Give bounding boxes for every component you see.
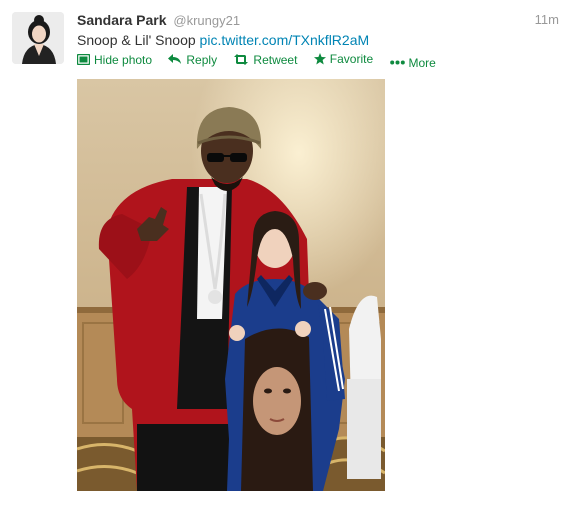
more-label: More (408, 55, 436, 70)
photo-icon (77, 54, 90, 65)
ellipsis-icon (389, 60, 405, 65)
tweet-text: Snoop & Lil' Snoop pic.twitter.com/TXnkf… (77, 30, 559, 50)
retweet-label: Retweet (253, 52, 298, 67)
reply-label: Reply (186, 52, 218, 67)
retweet-icon (234, 54, 249, 65)
hide-photo-label: Hide photo (94, 52, 153, 67)
avatar[interactable] (12, 12, 64, 64)
tweet-photo[interactable] (77, 79, 385, 491)
favorite-button[interactable]: Favorite (313, 50, 374, 68)
tweet-header: Sandara Park @krungy21 11m (77, 10, 559, 30)
tweet-actions: Hide photo Reply Retweet Favorite More (77, 50, 449, 70)
reply-button[interactable]: Reply (168, 51, 217, 69)
retweet-button[interactable]: Retweet (233, 51, 297, 69)
username[interactable]: @krungy21 (173, 13, 240, 28)
favorite-label: Favorite (329, 52, 374, 66)
timestamp[interactable]: 11m (535, 10, 559, 30)
tweet-photo-link[interactable]: pic.twitter.com/TXnkflR2aM (200, 32, 370, 48)
star-icon (313, 53, 326, 65)
reply-arrow-icon (168, 54, 182, 64)
tweet-body: Snoop & Lil' Snoop (77, 32, 196, 48)
more-button[interactable]: More (389, 54, 436, 72)
tweet: Sandara Park @krungy21 11m Snoop & Lil' … (0, 0, 569, 506)
hide-photo-button[interactable]: Hide photo (77, 51, 152, 69)
fullname[interactable]: Sandara Park (77, 12, 167, 28)
